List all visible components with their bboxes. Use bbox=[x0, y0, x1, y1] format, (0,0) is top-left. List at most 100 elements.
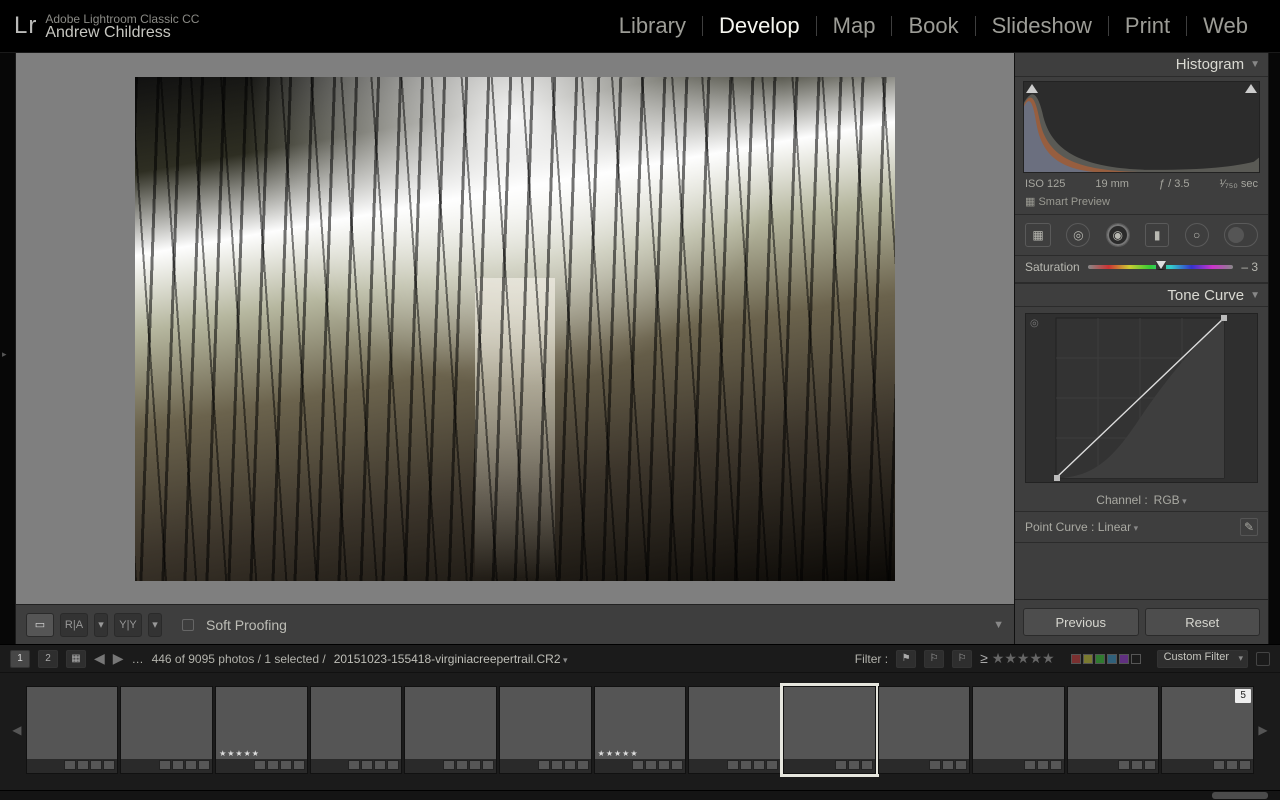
filename[interactable]: 20151023-155418-virginiacreepertrail.CR2 bbox=[334, 652, 568, 666]
histogram[interactable] bbox=[1023, 81, 1260, 173]
redeye-tool-icon[interactable]: ◉ bbox=[1106, 223, 1130, 247]
thumb-12[interactable] bbox=[1067, 686, 1160, 774]
smart-preview-label: ▦ Smart Preview bbox=[1015, 193, 1268, 215]
chevron-down-icon: ▼ bbox=[1250, 59, 1260, 70]
local-tools-row: ▦ ◎ ◉ ▮ ○ bbox=[1015, 215, 1268, 256]
before-after-yy-button[interactable]: Y|Y bbox=[114, 613, 142, 637]
right-footer: Previous Reset bbox=[1015, 599, 1268, 644]
thumb-3[interactable]: ★★★★★ bbox=[215, 686, 308, 774]
saturation-row: Saturation – 3 bbox=[1015, 256, 1268, 283]
app-logo: Lr bbox=[14, 12, 37, 40]
graduated-tool-icon[interactable]: ▮ bbox=[1145, 223, 1169, 247]
thumb-7[interactable]: ★★★★★ bbox=[594, 686, 687, 774]
tone-curve-graph[interactable]: ◎ bbox=[1025, 313, 1258, 483]
histogram-title: Histogram bbox=[1176, 56, 1244, 73]
saturation-value[interactable]: – 3 bbox=[1241, 260, 1258, 274]
point-curve-dropdown[interactable]: Linear bbox=[1098, 520, 1138, 534]
point-curve-edit-icon[interactable]: ✎ bbox=[1240, 518, 1258, 536]
channel-label: Channel : bbox=[1096, 493, 1147, 507]
crop-tool-icon[interactable]: ▦ bbox=[1025, 223, 1051, 247]
thumb-11[interactable] bbox=[972, 686, 1065, 774]
thumb-1[interactable] bbox=[26, 686, 119, 774]
flag-rejected-icon[interactable]: ⚐ bbox=[952, 650, 972, 668]
right-panel-handle[interactable] bbox=[1268, 53, 1280, 644]
flag-picked-icon[interactable]: ⚑ bbox=[896, 650, 916, 668]
spot-tool-icon[interactable]: ◎ bbox=[1066, 223, 1090, 247]
module-web[interactable]: Web bbox=[1189, 13, 1262, 39]
canvas-wrap: ▭ R|A ▾ Y|Y ▾ Soft Proofing ▼ bbox=[16, 53, 1014, 644]
saturation-label: Saturation bbox=[1025, 260, 1080, 274]
grid-icon[interactable]: ▦ bbox=[66, 650, 86, 668]
thumb-8[interactable] bbox=[688, 686, 781, 774]
previous-button[interactable]: Previous bbox=[1023, 608, 1139, 636]
flag-unpicked-icon[interactable]: ⚐ bbox=[924, 650, 944, 668]
filter-dropdown[interactable]: Custom Filter bbox=[1157, 650, 1248, 668]
before-after-yy-dropdown[interactable]: ▾ bbox=[148, 613, 162, 637]
thumb-9-selected[interactable] bbox=[783, 686, 876, 774]
rating-filter[interactable]: ≥★★★★★ bbox=[980, 650, 1055, 667]
soft-proofing-label: Soft Proofing bbox=[206, 617, 287, 633]
before-after-dropdown[interactable]: ▾ bbox=[94, 613, 108, 637]
right-panel: Histogram ▼ ISO 125 19 mm ƒ / 3.5 ¹⁄₇₅₀ … bbox=[1014, 53, 1268, 644]
scroll-left-icon[interactable]: ◀ bbox=[10, 723, 24, 737]
reset-button[interactable]: Reset bbox=[1145, 608, 1261, 636]
exif-iso: ISO 125 bbox=[1025, 178, 1065, 190]
monitor-2-button[interactable]: 2 bbox=[38, 650, 58, 668]
filmstrip-scrollbar[interactable] bbox=[0, 790, 1280, 800]
filter-label: Filter : bbox=[855, 652, 888, 666]
nav-fwd-icon[interactable]: ▶ bbox=[113, 650, 124, 667]
photo-count: 446 of 9095 photos / 1 selected / bbox=[152, 652, 326, 666]
channel-dropdown[interactable]: RGB bbox=[1154, 493, 1187, 507]
exif-aperture: ƒ / 3.5 bbox=[1159, 178, 1190, 190]
stack-badge[interactable]: 5 bbox=[1235, 689, 1251, 703]
brush-tool-icon[interactable] bbox=[1224, 223, 1258, 247]
canvas[interactable] bbox=[16, 53, 1014, 604]
filmstrip: 1 2 ▦ ◀ ▶ … 446 of 9095 photos / 1 selec… bbox=[0, 644, 1280, 800]
left-panel-handle[interactable] bbox=[0, 53, 16, 644]
user-name: Andrew Childress bbox=[45, 26, 199, 40]
toolbar-overflow-icon[interactable]: ▼ bbox=[993, 619, 1004, 631]
filmstrip-thumbs[interactable]: ◀ ★★★★★ ★★★★★ 5 ▶ bbox=[0, 673, 1280, 790]
before-after-ra-button[interactable]: R|A bbox=[60, 613, 88, 637]
identity-plate[interactable]: Adobe Lightroom Classic CC Andrew Childr… bbox=[45, 12, 199, 40]
module-book[interactable]: Book bbox=[894, 13, 972, 39]
thumb-10[interactable] bbox=[878, 686, 971, 774]
nav-back-icon[interactable]: ◀ bbox=[94, 650, 105, 667]
histogram-header[interactable]: Histogram ▼ bbox=[1015, 53, 1268, 77]
radial-tool-icon[interactable]: ○ bbox=[1185, 223, 1209, 247]
develop-toolbar: ▭ R|A ▾ Y|Y ▾ Soft Proofing ▼ bbox=[16, 604, 1014, 644]
tone-curve-title: Tone Curve bbox=[1167, 287, 1244, 304]
thumb-13[interactable]: 5 bbox=[1161, 686, 1254, 774]
path-ellipsis[interactable]: … bbox=[132, 652, 144, 666]
module-map[interactable]: Map bbox=[819, 13, 890, 39]
top-bar: Lr Adobe Lightroom Classic CC Andrew Chi… bbox=[0, 0, 1280, 52]
target-adjust-icon[interactable]: ◎ bbox=[1030, 318, 1039, 329]
module-print[interactable]: Print bbox=[1111, 13, 1184, 39]
tone-curve-header[interactable]: Tone Curve ▼ bbox=[1015, 283, 1268, 307]
point-curve-row: Point Curve : Linear ✎ bbox=[1015, 511, 1268, 543]
thumb-6[interactable] bbox=[499, 686, 592, 774]
module-slideshow[interactable]: Slideshow bbox=[978, 13, 1106, 39]
channel-row: Channel : RGB bbox=[1015, 489, 1268, 511]
exif-row: ISO 125 19 mm ƒ / 3.5 ¹⁄₇₅₀ sec bbox=[1015, 175, 1268, 193]
point-curve-label: Point Curve : bbox=[1025, 520, 1094, 534]
exif-focal: 19 mm bbox=[1095, 178, 1129, 190]
scroll-right-icon[interactable]: ▶ bbox=[1256, 723, 1270, 737]
chevron-down-icon: ▼ bbox=[1250, 290, 1260, 301]
loupe-view-button[interactable]: ▭ bbox=[26, 613, 54, 637]
soft-proofing-checkbox[interactable] bbox=[182, 619, 194, 631]
filmstrip-header: 1 2 ▦ ◀ ▶ … 446 of 9095 photos / 1 selec… bbox=[0, 645, 1280, 673]
monitor-1-button[interactable]: 1 bbox=[10, 650, 30, 668]
saturation-slider[interactable] bbox=[1088, 265, 1234, 269]
thumb-5[interactable] bbox=[404, 686, 497, 774]
module-library[interactable]: Library bbox=[605, 13, 700, 39]
thumb-2[interactable] bbox=[120, 686, 213, 774]
thumb-4[interactable] bbox=[310, 686, 403, 774]
color-label-filter[interactable] bbox=[1071, 654, 1141, 664]
module-develop[interactable]: Develop bbox=[705, 13, 814, 39]
filter-lock-icon[interactable] bbox=[1256, 652, 1270, 666]
module-picker: Library Develop Map Book Slideshow Print… bbox=[605, 13, 1262, 39]
main-area: ▭ R|A ▾ Y|Y ▾ Soft Proofing ▼ Histogram … bbox=[0, 52, 1280, 644]
exif-shutter: ¹⁄₇₅₀ sec bbox=[1220, 178, 1258, 190]
preview-image[interactable] bbox=[135, 77, 895, 581]
